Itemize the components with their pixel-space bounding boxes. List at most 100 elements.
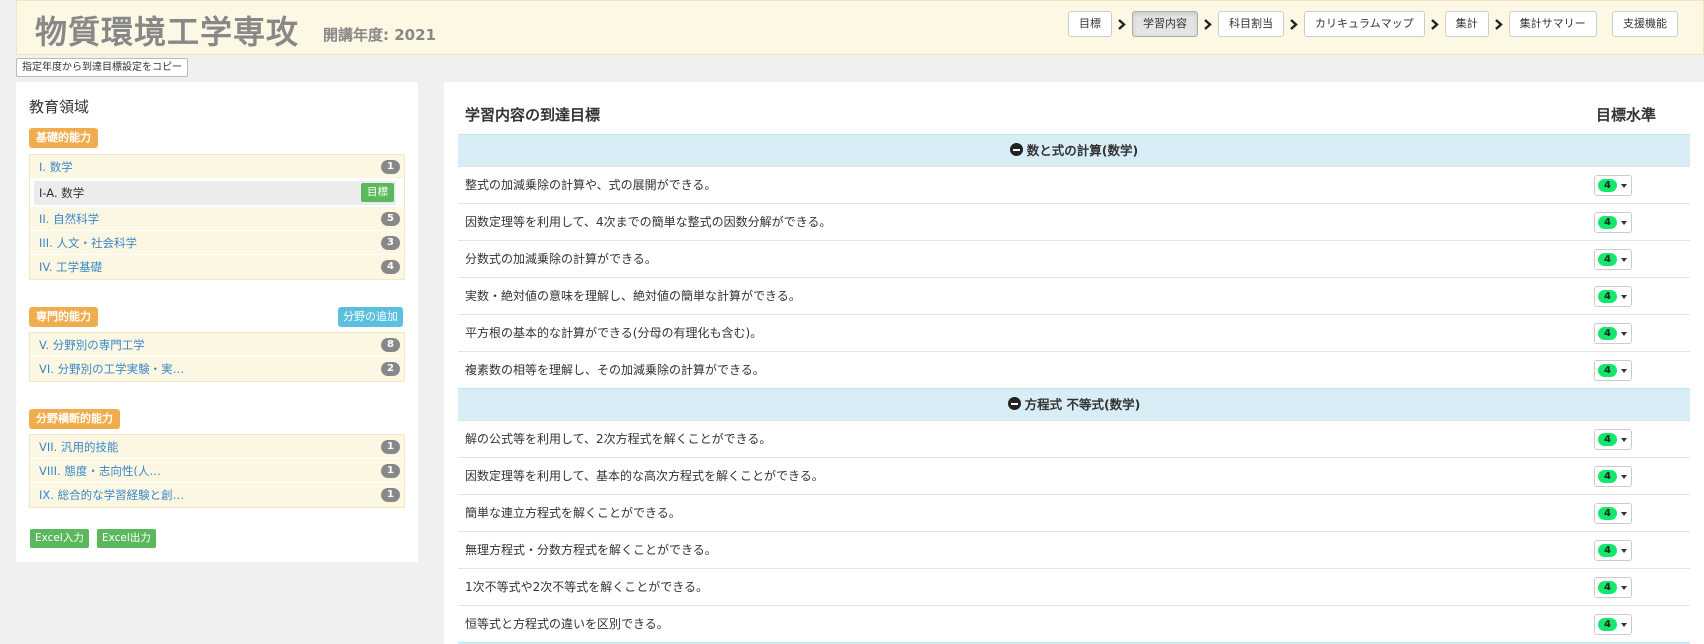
section-header[interactable]: 方程式 不等式(数学): [458, 388, 1690, 420]
area-item-label: VI. 分野別の工学実験・実…: [39, 362, 185, 376]
area-item-label: IX. 総合的な学習経験と創…: [39, 488, 185, 502]
area-item-humanities[interactable]: III. 人文・社会科学 3: [30, 231, 404, 255]
academic-year-label: 開講年度: 2021: [323, 26, 436, 44]
goal-row: 無理方程式・分数方程式を解くことができる。 4: [458, 531, 1690, 568]
level-dropdown[interactable]: 4: [1594, 577, 1632, 598]
goal-row: 因数定理等を利用して、基本的な高次方程式を解くことができる。 4: [458, 457, 1690, 494]
level-badge: 4: [1598, 507, 1617, 520]
excel-export-button[interactable]: Excel出力: [97, 529, 156, 548]
learning-goals-panel: 学習内容の到達目標 目標水準 数と式の計算(数学) 整式の加減乗除の計算や、式の…: [444, 82, 1704, 644]
goal-text: 解の公式等を利用して、2次方程式を解くことができる。: [465, 432, 772, 446]
chevron-right-icon: [1492, 18, 1506, 30]
category-cross-disciplinary: 分野横断的能力: [29, 409, 120, 429]
nav-learning-content-button[interactable]: 学習内容: [1132, 11, 1198, 37]
goal-text: 整式の加減乗除の計算や、式の展開ができる。: [465, 178, 717, 192]
count-badge: 1: [381, 464, 400, 478]
caret-down-icon: [1621, 623, 1627, 627]
area-item-label: III. 人文・社会科学: [39, 236, 137, 250]
goal-text: 分数式の加減乗除の計算ができる。: [465, 252, 657, 266]
page-title: 物質環境工学専攻: [35, 13, 300, 51]
area-item-label: V. 分野別の専門工学: [39, 338, 145, 352]
level-dropdown[interactable]: 4: [1594, 466, 1632, 487]
level-dropdown[interactable]: 4: [1594, 429, 1632, 450]
goal-button[interactable]: 目標: [361, 183, 394, 202]
goals-title: 学習内容の到達目標: [465, 106, 601, 124]
nav-goals-button[interactable]: 目標: [1068, 11, 1112, 37]
caret-down-icon: [1621, 369, 1627, 373]
panel-title: 教育領域: [29, 98, 90, 116]
chevron-right-icon: [1115, 18, 1129, 30]
section-title: 方程式 不等式(数学): [1024, 397, 1141, 412]
copy-goal-settings-button[interactable]: 指定年度から到達目標設定をコピー: [16, 58, 188, 77]
caret-down-icon: [1621, 512, 1627, 516]
count-badge: 5: [381, 212, 400, 226]
goal-text: 平方根の基本的な計算ができる(分母の有理化も含む)。: [465, 326, 763, 340]
count-badge: 2: [381, 362, 400, 376]
level-dropdown[interactable]: 4: [1594, 212, 1632, 233]
caret-down-icon: [1621, 221, 1627, 225]
goal-row: 平方根の基本的な計算ができる(分母の有理化も含む)。 4: [458, 314, 1690, 351]
caret-down-icon: [1621, 438, 1627, 442]
goal-row: 分数式の加減乗除の計算ができる。 4: [458, 240, 1690, 277]
support-functions-button[interactable]: 支援機能: [1612, 11, 1678, 37]
goal-row: 複素数の相等を理解し、その加減乗除の計算ができる。 4: [458, 351, 1690, 388]
area-item-label: I-A. 数学: [39, 186, 85, 200]
chevron-right-icon: [1201, 18, 1215, 30]
goal-text: 実数・絶対値の意味を理解し、絶対値の簡単な計算ができる。: [465, 289, 801, 303]
chevron-right-icon: [1287, 18, 1301, 30]
excel-import-button[interactable]: Excel入力: [30, 529, 89, 548]
count-badge: 1: [381, 160, 400, 174]
level-badge: 4: [1598, 470, 1617, 483]
nav-aggregate-button[interactable]: 集計: [1444, 11, 1489, 37]
count-badge: 1: [381, 488, 400, 502]
add-field-button[interactable]: 分野の追加: [338, 307, 403, 327]
level-dropdown[interactable]: 4: [1594, 286, 1632, 307]
level-dropdown[interactable]: 4: [1594, 614, 1632, 635]
count-badge: 8: [381, 338, 400, 352]
area-subitem-math-a[interactable]: I-A. 数学 目標: [30, 179, 404, 207]
collapse-minus-icon[interactable]: [1007, 397, 1021, 410]
level-dropdown[interactable]: 4: [1594, 360, 1632, 381]
area-item-math[interactable]: I. 数学 1: [30, 155, 404, 179]
level-badge: 4: [1598, 327, 1617, 340]
level-dropdown[interactable]: 4: [1594, 175, 1632, 196]
goal-text: 複素数の相等を理解し、その加減乗除の計算ができる。: [465, 363, 765, 377]
goal-text: 簡単な連立方程式を解くことができる。: [465, 506, 681, 520]
area-item-specialized-engineering[interactable]: V. 分野別の専門工学 8: [30, 333, 404, 357]
level-badge: 4: [1598, 581, 1617, 594]
caret-down-icon: [1621, 475, 1627, 479]
level-badge: 4: [1598, 253, 1617, 266]
area-item-label: VIII. 態度・志向性(人…: [39, 464, 161, 478]
count-badge: 1: [381, 440, 400, 454]
area-item-generic-skills[interactable]: VII. 汎用的技能 1: [30, 435, 404, 459]
level-dropdown[interactable]: 4: [1594, 323, 1632, 344]
collapse-minus-icon[interactable]: [1009, 143, 1023, 156]
area-item-engineering-basics[interactable]: IV. 工学基礎 4: [30, 255, 404, 279]
category-specialized-list: V. 分野別の専門工学 8 VI. 分野別の工学実験・実… 2: [29, 332, 405, 382]
goal-row: 1次不等式や2次不等式を解くことができる。 4: [458, 568, 1690, 605]
goal-row: 簡単な連立方程式を解くことができる。 4: [458, 494, 1690, 531]
goals-table: 数と式の計算(数学) 整式の加減乗除の計算や、式の展開ができる。 4 因数定理等…: [458, 134, 1690, 644]
nav-aggregate-summary-button[interactable]: 集計サマリー: [1508, 11, 1597, 37]
level-badge: 4: [1598, 618, 1617, 631]
area-item-label: IV. 工学基礎: [39, 260, 103, 274]
level-dropdown[interactable]: 4: [1594, 540, 1632, 561]
area-item-natural-science[interactable]: II. 自然科学 5: [30, 207, 404, 231]
caret-down-icon: [1621, 258, 1627, 262]
nav-subject-assignment-button[interactable]: 科目割当: [1218, 11, 1284, 37]
caret-down-icon: [1621, 332, 1627, 336]
level-dropdown[interactable]: 4: [1594, 503, 1632, 524]
area-item-label: I. 数学: [39, 160, 73, 174]
area-item-integrated-learning[interactable]: IX. 総合的な学習経験と創… 1: [30, 483, 404, 507]
section-header[interactable]: 数と式の計算(数学): [458, 134, 1690, 166]
area-item-attitude[interactable]: VIII. 態度・志向性(人… 1: [30, 459, 404, 483]
caret-down-icon: [1621, 295, 1627, 299]
area-item-engineering-experiments[interactable]: VI. 分野別の工学実験・実… 2: [30, 357, 404, 381]
nav-curriculum-map-button[interactable]: カリキュラムマップ: [1304, 11, 1425, 37]
goal-text: 因数定理等を利用して、4次までの簡単な整式の因数分解ができる。: [465, 215, 832, 229]
level-badge: 4: [1598, 364, 1617, 377]
section-title: 数と式の計算(数学): [1026, 143, 1139, 158]
level-dropdown[interactable]: 4: [1594, 249, 1632, 270]
target-level-header: 目標水準: [1596, 106, 1657, 124]
level-badge: 4: [1598, 544, 1617, 557]
